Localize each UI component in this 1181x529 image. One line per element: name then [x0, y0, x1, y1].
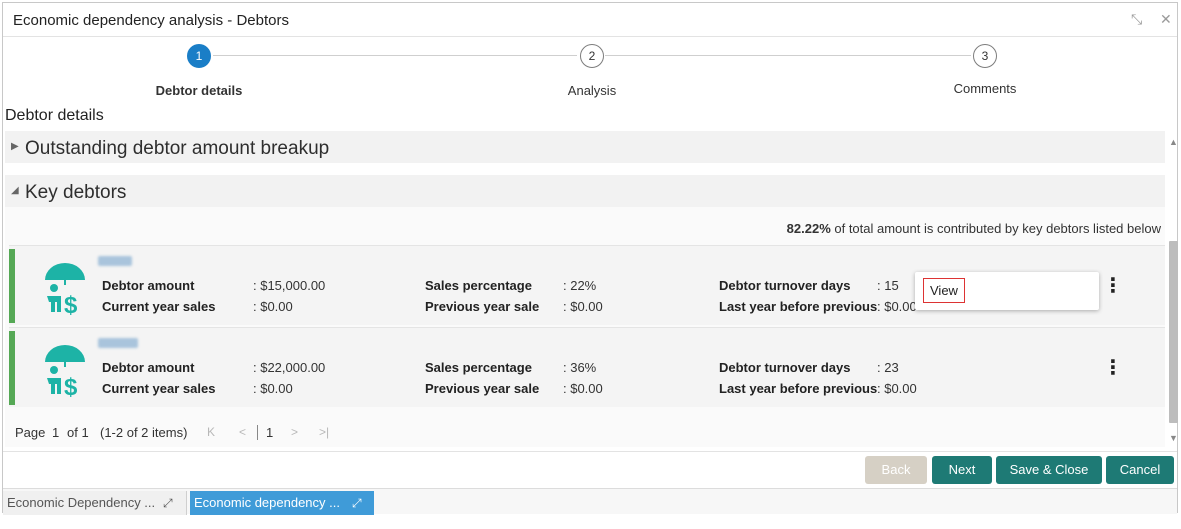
outstanding-panel-header[interactable]: ▶ Outstanding debtor amount breakup [5, 131, 1165, 163]
current-year-sales-value: : $0.00 [253, 299, 293, 314]
scroll-down-icon[interactable]: ▼ [1169, 433, 1178, 443]
content-area: ▶ Outstanding debtor amount breakup ◢ Ke… [5, 131, 1165, 447]
page-label: Page [15, 425, 46, 440]
restore-icon[interactable]: ⤡ [1131, 11, 1142, 28]
previous-year-sale-label: Previous year sale [425, 299, 540, 314]
expand-icon[interactable]: ⤢ [352, 491, 362, 515]
close-icon[interactable]: ✕ [1160, 11, 1172, 28]
step-1-circle[interactable]: 1 [187, 44, 211, 68]
dialog-footer: Back Next Save & Close Cancel [3, 451, 1177, 487]
step-2-circle[interactable]: 2 [580, 44, 604, 68]
current-year-sales-value: : $0.00 [253, 381, 293, 396]
sales-percentage-value: : 22% [563, 278, 597, 293]
previous-year-sale-value: : $0.00 [563, 381, 603, 396]
key-debtors-panel-title: Key debtors [25, 182, 127, 203]
window-title: Economic dependency analysis - Debtors [13, 12, 289, 29]
debtor-umbrella-dollar-icon: $ [45, 263, 85, 316]
key-debtors-body: 82.22% of total amount is contributed by… [5, 207, 1165, 447]
sales-percentage-label: Sales percentage [425, 360, 532, 375]
scroll-up-icon[interactable]: ▲ [1169, 137, 1178, 147]
save-close-button[interactable]: Save & Close [996, 456, 1102, 484]
more-options-icon[interactable]: ⋮ [1103, 358, 1123, 378]
last-page-icon[interactable]: >| [319, 425, 329, 439]
svg-text:$: $ [64, 374, 78, 398]
step-1-label[interactable]: Debtor details [156, 83, 243, 98]
debtor-amount-label: Debtor amount [102, 360, 195, 375]
scrollbar-thumb[interactable] [1169, 241, 1178, 423]
title-bar: Economic dependency analysis - Debtors ⤡… [3, 3, 1177, 37]
current-year-sales-label: Current year sales [102, 381, 216, 396]
key-debtors-summary: 82.22% of total amount is contributed by… [787, 221, 1161, 236]
summary-text: of total amount is contributed by key de… [830, 221, 1161, 236]
task-tabs-bar: Economic Dependency ... ⤢ Economic depen… [3, 488, 1177, 515]
wizard-stepper: 1 2 3 Debtor details Analysis Comments [3, 39, 1177, 103]
stepper-connector [605, 55, 971, 56]
last-year-before-previous-label: Last year before previous [719, 381, 878, 396]
cancel-button[interactable]: Cancel [1106, 456, 1174, 484]
task-tab-label: Economic Dependency ... [7, 495, 156, 510]
collapsed-arrow-icon: ▶ [11, 141, 19, 152]
step-3-label[interactable]: Comments [954, 81, 1017, 96]
turnover-days-label: Debtor turnover days [719, 278, 851, 293]
view-menu-item[interactable]: View [923, 278, 965, 303]
task-tab-economic-dependency[interactable]: Economic Dependency ... ⤢ [3, 491, 187, 515]
task-tab-label: Economic dependency ... [194, 495, 340, 510]
sales-percentage-label: Sales percentage [425, 278, 532, 293]
debtor-amount-value: : $15,000.00 [253, 278, 326, 293]
debtor-amount-label: Debtor amount [102, 278, 195, 293]
next-button[interactable]: Next [932, 456, 992, 484]
outstanding-panel-title: Outstanding debtor amount breakup [25, 138, 330, 159]
step-3-circle[interactable]: 3 [973, 44, 997, 68]
page-number-input[interactable]: 1 [52, 425, 59, 440]
key-debtors-panel-header[interactable]: ◢ Key debtors [5, 175, 1165, 207]
previous-page-icon[interactable]: < [239, 425, 246, 439]
dialog-window: Economic dependency analysis - Debtors ⤡… [2, 2, 1179, 515]
row-action-menu: View [915, 272, 1099, 310]
current-year-sales-label: Current year sales [102, 299, 216, 314]
turnover-days-value: : 15 [877, 278, 899, 293]
pagination-bar: Page 1 of 1 (1-2 of 2 items) K < 1 > >| [5, 416, 1165, 446]
turnover-days-label: Debtor turnover days [719, 360, 851, 375]
turnover-days-value: : 23 [877, 360, 899, 375]
current-page-number[interactable]: 1 [257, 425, 273, 440]
sales-percentage-value: : 36% [563, 360, 597, 375]
row-accent-bar [9, 331, 15, 405]
previous-year-sale-label: Previous year sale [425, 381, 540, 396]
items-range: (1-2 of 2 items) [100, 425, 188, 440]
step-2-label[interactable]: Analysis [568, 83, 616, 98]
last-year-before-previous-value: : $0.00 [877, 381, 917, 396]
debtor-card: $ Debtor amount : $22,000.00 Current yea… [9, 327, 1165, 407]
debtor-name-redacted [98, 256, 132, 266]
back-button[interactable]: Back [865, 456, 927, 484]
debtor-name-redacted [98, 338, 138, 348]
expand-icon[interactable]: ⤢ [163, 491, 173, 515]
expanded-arrow-icon: ◢ [11, 185, 19, 196]
content-scrollbar[interactable]: ▲ ▼ [1167, 133, 1179, 445]
last-year-before-previous-label: Last year before previous [719, 299, 878, 314]
section-title: Debtor details [5, 107, 104, 124]
svg-text:$: $ [64, 292, 78, 316]
last-year-before-previous-value: : $0.00 [877, 299, 917, 314]
more-options-icon[interactable]: ⋮ [1103, 276, 1123, 296]
debtor-umbrella-dollar-icon: $ [45, 345, 85, 398]
page-of-total: of 1 [67, 425, 89, 440]
task-tab-economic-dependency-active[interactable]: Economic dependency ... ⤢ [190, 491, 374, 515]
next-page-icon[interactable]: > [291, 425, 298, 439]
stepper-connector [213, 55, 577, 56]
previous-year-sale-value: : $0.00 [563, 299, 603, 314]
summary-percent: 82.22% [786, 221, 831, 236]
row-accent-bar [9, 249, 15, 323]
first-page-icon[interactable]: K [207, 425, 215, 439]
debtor-amount-value: : $22,000.00 [253, 360, 326, 375]
